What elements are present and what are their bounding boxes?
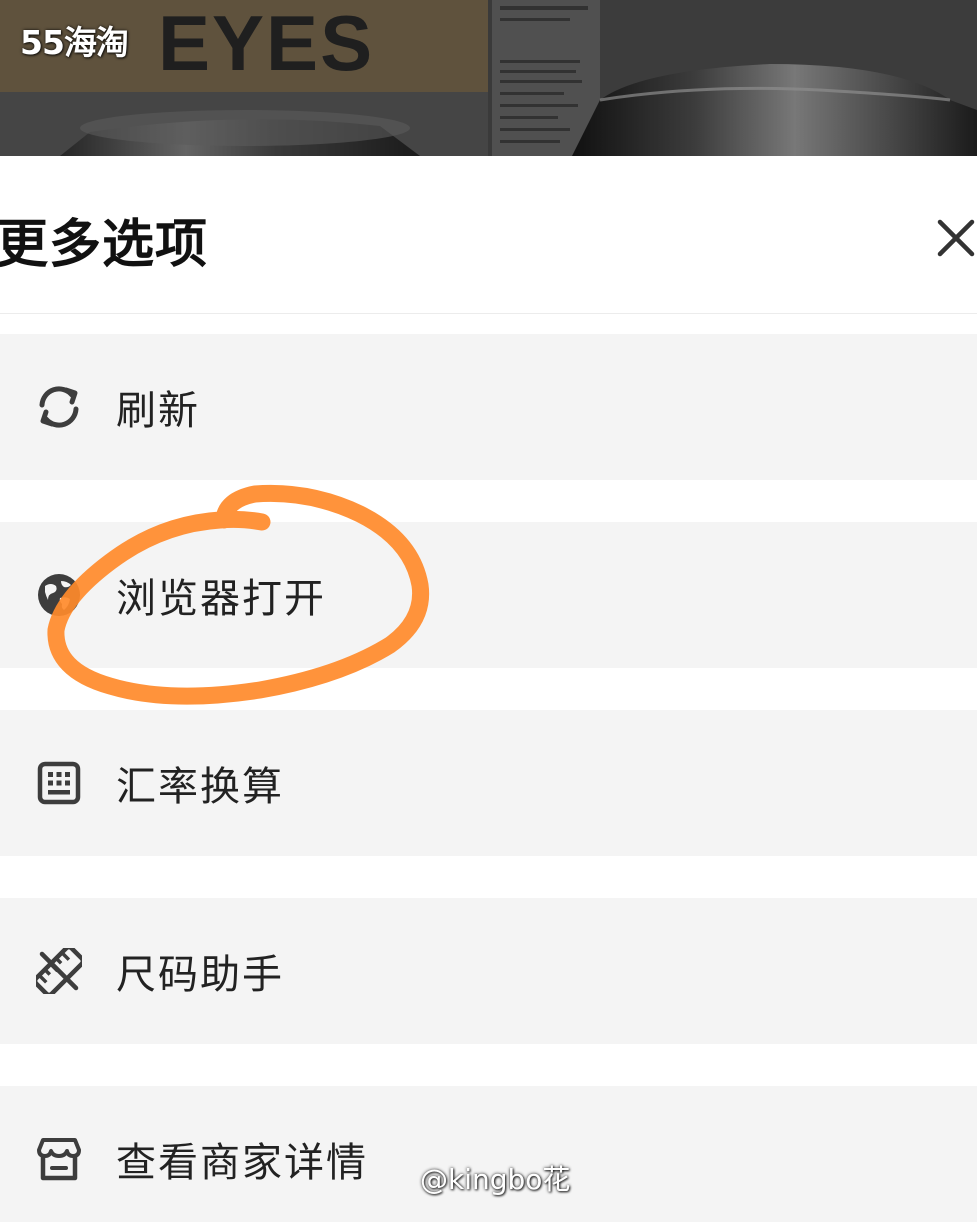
menu-item-size-assistant[interactable]: 尺码助手: [0, 898, 977, 1044]
user-watermark: @kingbo花: [420, 1163, 571, 1196]
menu-item-label: 汇率换算: [116, 764, 284, 810]
sheet-header: 更多选项: [0, 156, 977, 314]
menu-item-open-in-browser[interactable]: 浏览器打开: [0, 522, 977, 668]
menu-item-view-merchant-details[interactable]: 查看商家详情: [0, 1086, 977, 1222]
ruler-icon: [36, 948, 82, 994]
screen: EYES 55海淘 更多选项 刷新 浏览器打开 汇率换算 尺码助手 查看商家详情…: [0, 0, 977, 1222]
calculator-icon: [36, 760, 82, 806]
menu-item-refresh[interactable]: 刷新: [0, 334, 977, 480]
refresh-icon: [36, 384, 82, 430]
product-image-backdrop[interactable]: EYES 55海淘: [0, 0, 977, 156]
menu-item-label: 尺码助手: [116, 952, 284, 998]
more-options-sheet: 更多选项 刷新 浏览器打开 汇率换算 尺码助手 查看商家详情: [0, 156, 977, 1222]
product-photo: [0, 0, 977, 156]
menu-item-label: 查看商家详情: [116, 1140, 368, 1186]
product-brand-text: EYES: [158, 0, 375, 87]
app-watermark: 55海淘: [20, 23, 129, 62]
menu-item-label: 浏览器打开: [116, 576, 326, 622]
menu-item-currency-converter[interactable]: 汇率换算: [0, 710, 977, 856]
menu-item-label: 刷新: [116, 388, 200, 434]
sheet-title: 更多选项: [0, 215, 209, 275]
browser-globe-icon: [36, 572, 82, 618]
store-icon: [36, 1136, 82, 1182]
close-button[interactable]: [930, 212, 977, 264]
close-icon: [937, 219, 975, 257]
